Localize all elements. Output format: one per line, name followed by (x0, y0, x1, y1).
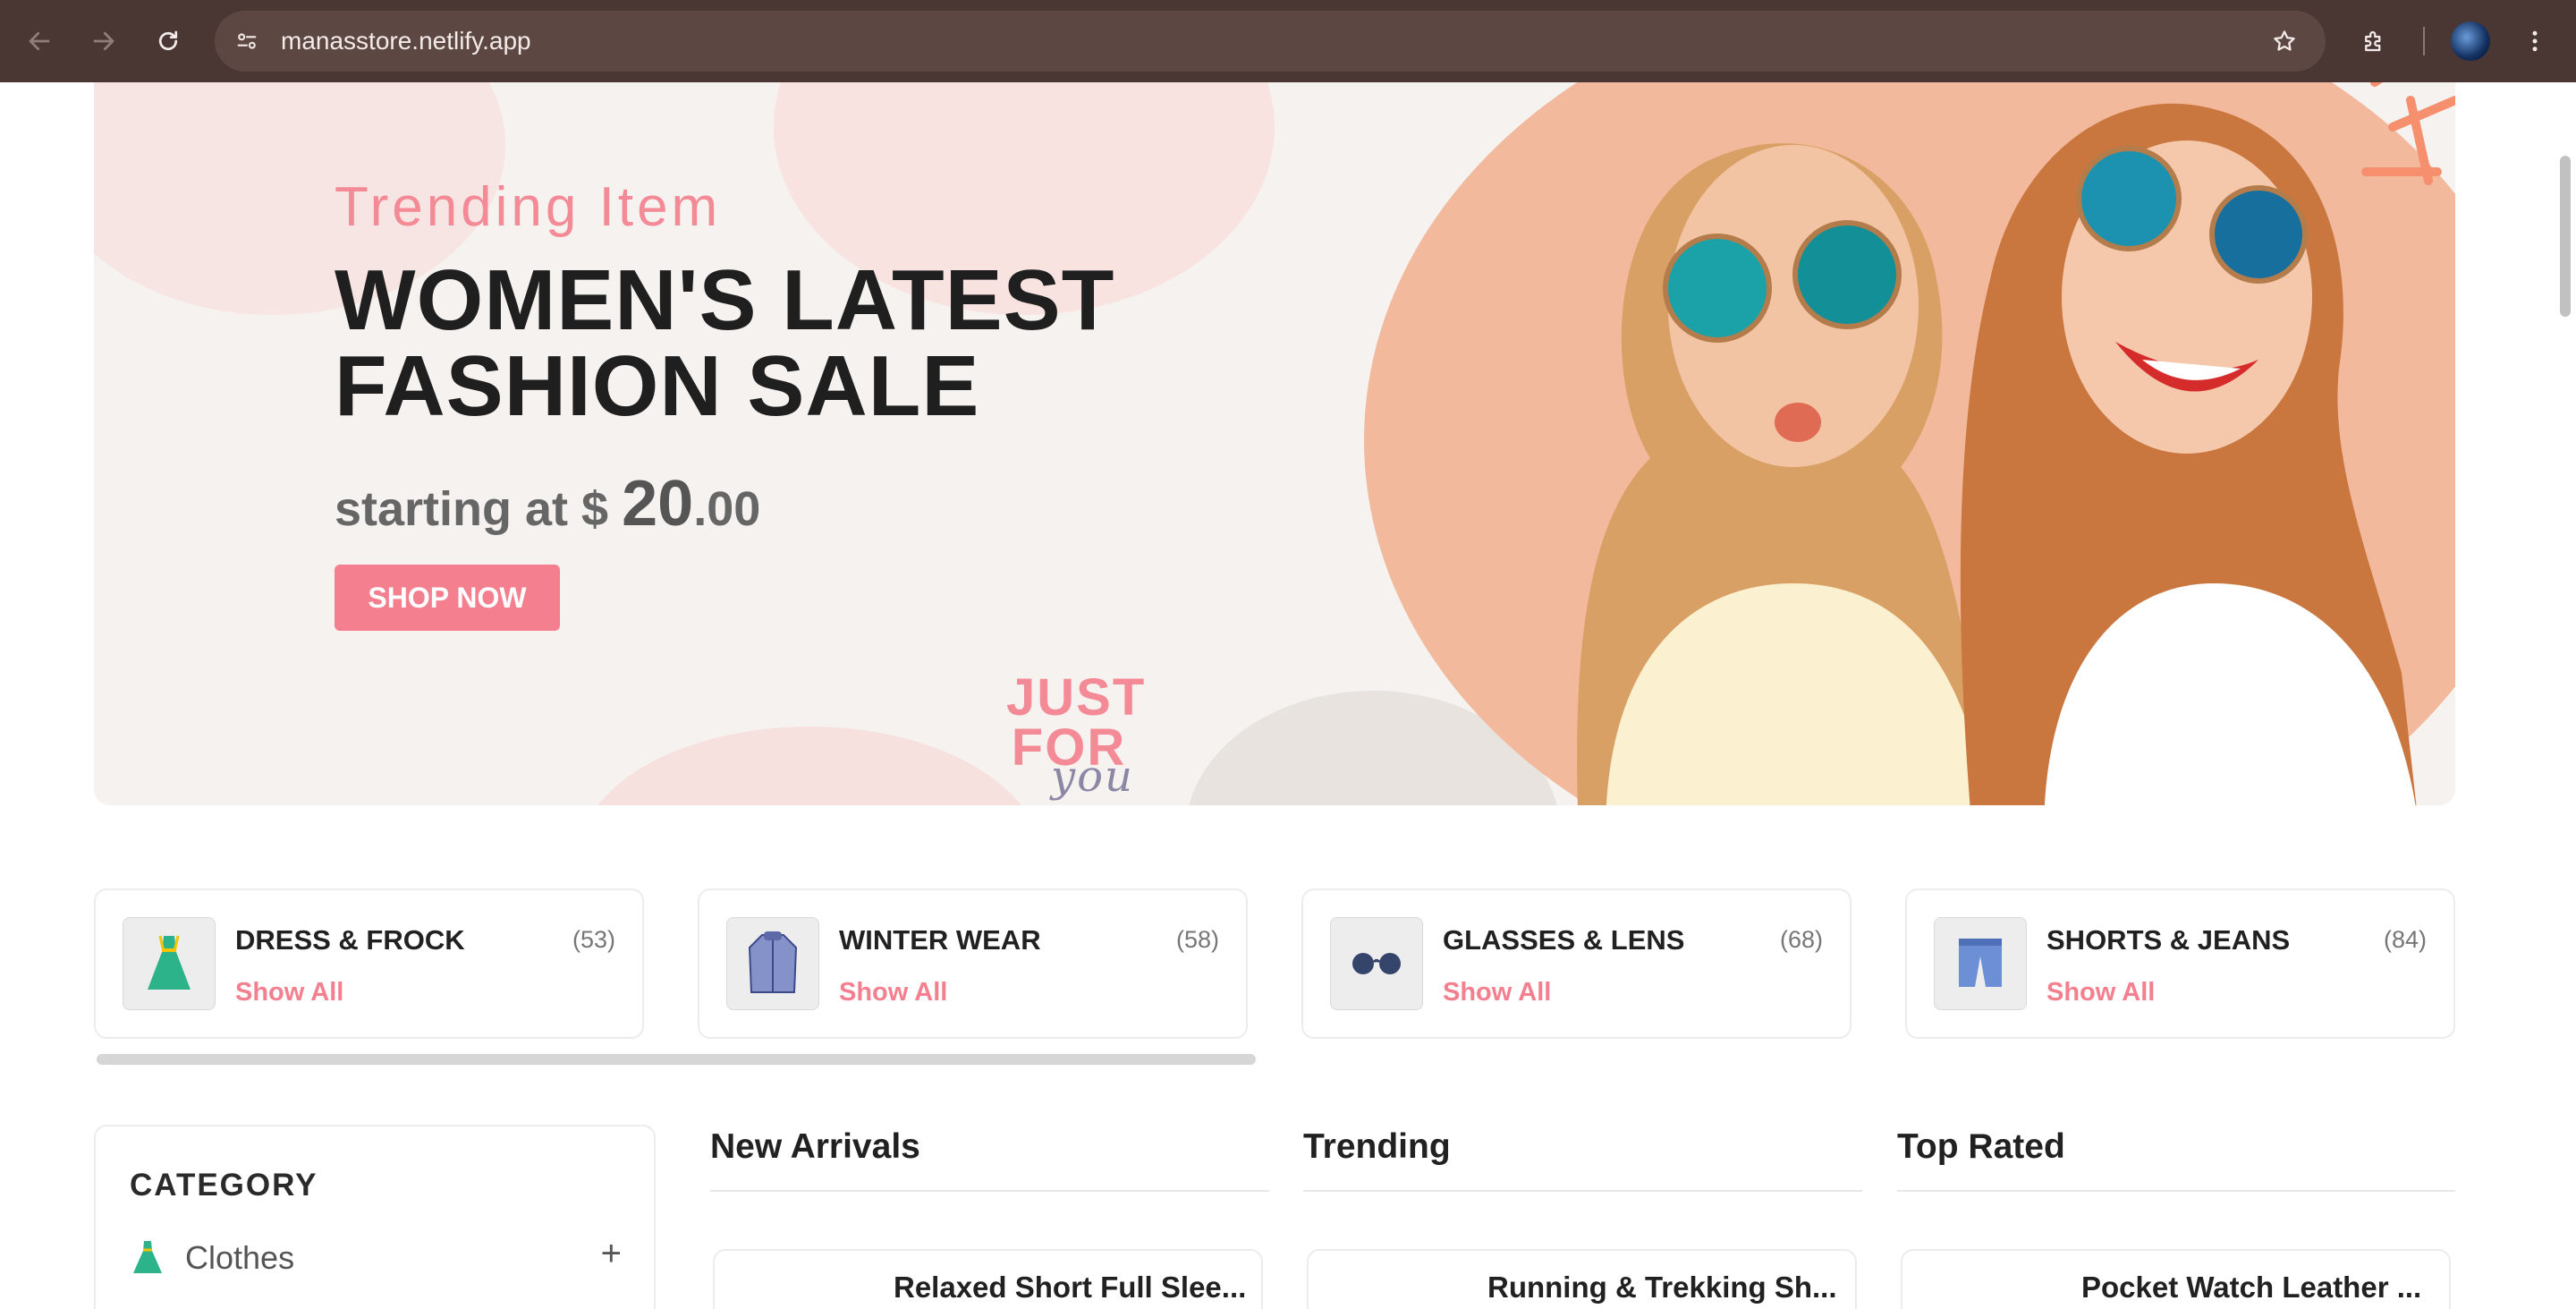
shorts-icon (1934, 917, 2027, 1010)
profile-avatar[interactable] (2451, 21, 2490, 61)
reload-button[interactable] (147, 20, 190, 63)
site-info-icon[interactable] (227, 21, 267, 61)
page-viewport: Trending Item WOMEN'S LATEST FASHION SAL… (0, 82, 2576, 1309)
product-thumbnail (1380, 1296, 1416, 1309)
category-name: SHORTS & JEANS (2046, 924, 2291, 956)
coat-icon (726, 917, 819, 1010)
kebab-menu-icon (2532, 30, 2538, 52)
forward-button[interactable] (82, 20, 125, 63)
logo-line: you (1051, 752, 1134, 802)
divider (1897, 1190, 2455, 1192)
column-title-trending: Trending (1303, 1127, 1451, 1166)
price-cents: .00 (693, 482, 761, 536)
product-name: Relaxed Short Full Slee... (894, 1271, 1247, 1304)
product-name: Running & Trekking Sh... (1487, 1271, 1837, 1304)
back-button[interactable] (18, 20, 61, 63)
sidebar-item-label: Clothes (185, 1239, 295, 1276)
category-card-winter[interactable]: WINTER WEAR (58) Show All (698, 888, 1248, 1039)
category-count: (84) (2383, 926, 2427, 953)
product-card[interactable]: Relaxed Short Full Slee... (713, 1249, 1263, 1309)
divider (1303, 1190, 1862, 1192)
hero-title: WOMEN'S LATEST FASHION SALE (335, 258, 1229, 429)
arrow-left-icon (29, 31, 50, 51)
column-title-top-rated: Top Rated (1897, 1127, 2065, 1166)
price-main: 20 (622, 468, 694, 540)
glasses-icon (1330, 917, 1423, 1010)
reload-icon (158, 30, 178, 51)
category-count: (68) (1779, 926, 1823, 953)
decor-blob (577, 727, 1042, 805)
show-all-link[interactable]: Show All (1443, 978, 1551, 1007)
category-count: (58) (1175, 926, 1219, 953)
category-card-shorts[interactable]: SHORTS & JEANS (84) Show All (1905, 888, 2455, 1039)
category-count: (53) (572, 926, 615, 953)
sidebar-item-clothes[interactable]: Clothes + (130, 1234, 627, 1280)
price-prefix: starting at $ (335, 482, 609, 536)
extensions-button[interactable] (2352, 20, 2395, 63)
arrow-right-icon (93, 31, 114, 51)
just-for-you-logo: JUST FOR you (1006, 668, 1147, 803)
category-name: WINTER WEAR (839, 924, 1041, 956)
divider (710, 1190, 1269, 1192)
models-photo (1364, 82, 2455, 805)
hero-title-line: FASHION SALE (335, 338, 980, 434)
page-scrollbar[interactable] (2560, 156, 2571, 317)
dress-icon (123, 917, 216, 1010)
column-title-new-arrivals: New Arrivals (710, 1127, 920, 1166)
shop-now-button[interactable]: SHOP NOW (335, 565, 560, 631)
toolbar-divider (2423, 27, 2425, 55)
product-thumbnail (786, 1296, 822, 1309)
category-sidebar: CATEGORY Clothes + (94, 1125, 656, 1309)
expand-plus-icon[interactable]: + (601, 1234, 622, 1274)
show-all-link[interactable]: Show All (2046, 978, 2155, 1007)
url-text[interactable]: manasstore.netlify.app (281, 11, 531, 72)
product-thumbnail (1974, 1296, 2010, 1309)
logo-line: JUST (1006, 668, 1147, 727)
show-all-link[interactable]: Show All (235, 978, 343, 1007)
category-scrollbar[interactable] (97, 1054, 1256, 1065)
browser-menu-button[interactable] (2513, 20, 2556, 63)
product-card[interactable]: Running & Trekking Sh... (1307, 1249, 1857, 1309)
product-card[interactable]: Pocket Watch Leather ... (1901, 1249, 2451, 1309)
show-all-link[interactable]: Show All (839, 978, 947, 1007)
category-name: DRESS & FROCK (235, 924, 465, 956)
dress-icon (133, 1241, 162, 1273)
hero-banner: Trending Item WOMEN'S LATEST FASHION SAL… (94, 82, 2455, 805)
category-card-dress[interactable]: DRESS & FROCK (53) Show All (94, 888, 644, 1039)
hero-price: starting at $ 20.00 (335, 467, 760, 540)
sidebar-title: CATEGORY (130, 1168, 318, 1203)
category-card-glasses[interactable]: GLASSES & LENS (68) Show All (1301, 888, 1852, 1039)
hero-title-line: WOMEN'S LATEST (335, 252, 1115, 348)
browser-toolbar: manasstore.netlify.app (0, 0, 2576, 82)
product-name: Pocket Watch Leather ... (2081, 1271, 2422, 1304)
address-bar[interactable]: manasstore.netlify.app (215, 11, 2326, 72)
bookmark-star-icon[interactable] (2265, 21, 2304, 61)
hero-subtitle: Trending Item (335, 176, 722, 238)
puzzle-icon (2365, 30, 2381, 52)
category-name: GLASSES & LENS (1443, 924, 1685, 956)
